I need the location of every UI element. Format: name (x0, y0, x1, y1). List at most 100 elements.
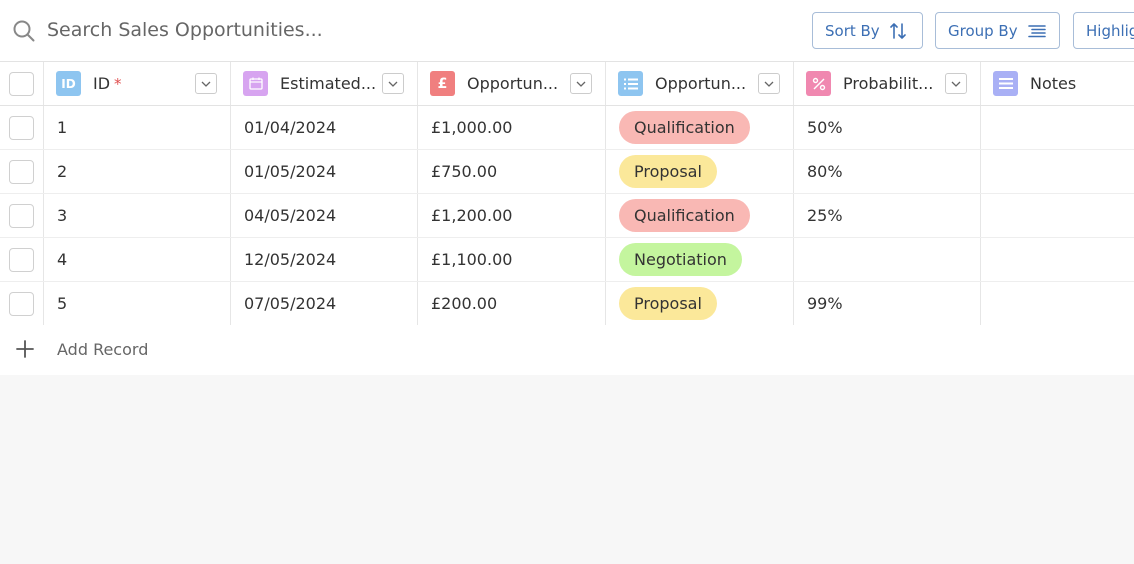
opportunity-stage-cell[interactable]: Qualification (606, 194, 794, 237)
search-icon (13, 20, 35, 42)
calendar-icon (243, 71, 268, 96)
row-select-cell[interactable] (0, 238, 44, 281)
highlight-label: Highlight (1086, 21, 1134, 40)
select-all-checkbox[interactable] (9, 72, 34, 96)
add-record-label: Add Record (57, 340, 149, 359)
column-label: Notes (1030, 74, 1077, 93)
row-checkbox[interactable] (9, 248, 34, 272)
cell-text: 01/04/2024 (244, 118, 337, 137)
highlight-button[interactable]: Highlight (1073, 12, 1134, 49)
stage-pill: Proposal (619, 155, 717, 188)
group-by-label: Group By (948, 21, 1018, 40)
column-menu-button[interactable] (945, 73, 967, 94)
row-checkbox[interactable] (9, 116, 34, 140)
probability-cell[interactable]: 50% (794, 106, 981, 149)
probability-cell[interactable]: 80% (794, 150, 981, 193)
cell-text: 1 (57, 118, 68, 137)
chevron-down-icon (951, 81, 961, 87)
opportunity-stage-cell[interactable]: Qualification (606, 106, 794, 149)
column-menu-button[interactable] (382, 73, 404, 94)
notes-icon (993, 71, 1018, 96)
probability-cell[interactable] (794, 238, 981, 281)
id-icon: ID (56, 71, 81, 96)
cell-text: 99% (807, 294, 843, 313)
opportunity-value-cell[interactable]: £1,200.00 (418, 194, 606, 237)
notes-cell[interactable] (981, 106, 1134, 149)
probability-cell[interactable]: 25% (794, 194, 981, 237)
notes-cell[interactable] (981, 150, 1134, 193)
chevron-down-icon (764, 81, 774, 87)
opportunity-value-cell[interactable]: £200.00 (418, 282, 606, 325)
pound-icon: £ (430, 71, 455, 96)
id-cell[interactable]: 4 (44, 238, 231, 281)
table-row[interactable]: 3 04/05/2024 £1,200.00 Qualification 25% (0, 194, 1134, 238)
estimated-date-cell[interactable]: 01/05/2024 (231, 150, 418, 193)
column-header-probability[interactable]: Probabilit... (794, 62, 981, 105)
id-cell[interactable]: 1 (44, 106, 231, 149)
cell-text: 25% (807, 206, 843, 225)
column-header-estimated[interactable]: Estimated... (231, 62, 418, 105)
column-header-opportunity-stage[interactable]: Opportun... (606, 62, 794, 105)
column-menu-button[interactable] (758, 73, 780, 94)
table-row[interactable]: 1 01/04/2024 £1,000.00 Qualification 50% (0, 106, 1134, 150)
row-checkbox[interactable] (9, 292, 34, 316)
column-header-id[interactable]: ID ID * (44, 62, 231, 105)
table-row[interactable]: 5 07/05/2024 £200.00 Proposal 99% (0, 282, 1134, 326)
toolbar: Search Sales Opportunities... Sort By Gr… (0, 0, 1134, 62)
column-header-opportunity-value[interactable]: £ Opportun... (418, 62, 606, 105)
cell-text: 4 (57, 250, 68, 269)
id-cell[interactable]: 3 (44, 194, 231, 237)
id-cell[interactable]: 2 (44, 150, 231, 193)
probability-cell[interactable]: 99% (794, 282, 981, 325)
estimated-date-cell[interactable]: 07/05/2024 (231, 282, 418, 325)
row-checkbox[interactable] (9, 160, 34, 184)
search-input[interactable]: Search Sales Opportunities... (47, 19, 323, 41)
column-label: Opportun... (467, 74, 559, 93)
percent-icon (806, 71, 831, 96)
row-checkbox[interactable] (9, 204, 34, 228)
notes-cell[interactable] (981, 238, 1134, 281)
cell-text: £1,000.00 (431, 118, 513, 137)
cell-text: 07/05/2024 (244, 294, 337, 313)
estimated-date-cell[interactable]: 04/05/2024 (231, 194, 418, 237)
notes-cell[interactable] (981, 194, 1134, 237)
sort-by-button[interactable]: Sort By (812, 12, 923, 49)
row-select-cell[interactable] (0, 106, 44, 149)
opportunity-value-cell[interactable]: £750.00 (418, 150, 606, 193)
opportunity-stage-cell[interactable]: Proposal (606, 282, 794, 325)
column-menu-button[interactable] (570, 73, 592, 94)
column-header-notes[interactable]: Notes (981, 62, 1134, 105)
data-grid: ID ID * Estimated... £ Opportun... Oppor… (0, 62, 1134, 375)
column-label: Opportun... (655, 74, 747, 93)
cell-text: £200.00 (431, 294, 498, 313)
required-marker: * (114, 74, 122, 93)
table-row[interactable]: 2 01/05/2024 £750.00 Proposal 80% (0, 150, 1134, 194)
add-record-button[interactable]: Add Record (0, 325, 1134, 375)
sort-icon (889, 22, 906, 39)
group-by-button[interactable]: Group By (935, 12, 1060, 49)
notes-cell[interactable] (981, 282, 1134, 325)
row-select-cell[interactable] (0, 282, 44, 325)
id-cell[interactable]: 5 (44, 282, 231, 325)
estimated-date-cell[interactable]: 01/04/2024 (231, 106, 418, 149)
opportunity-value-cell[interactable]: £1,000.00 (418, 106, 606, 149)
row-select-cell[interactable] (0, 194, 44, 237)
opportunity-stage-cell[interactable]: Proposal (606, 150, 794, 193)
column-label: Estimated... (280, 74, 377, 93)
table-row[interactable]: 4 12/05/2024 £1,100.00 Negotiation (0, 238, 1134, 282)
plus-icon (16, 340, 34, 358)
chevron-down-icon (201, 81, 211, 87)
cell-text: 50% (807, 118, 843, 137)
cell-text: 01/05/2024 (244, 162, 337, 181)
cell-text: £750.00 (431, 162, 498, 181)
estimated-date-cell[interactable]: 12/05/2024 (231, 238, 418, 281)
column-menu-button[interactable] (195, 73, 217, 94)
sort-by-label: Sort By (825, 21, 880, 40)
chevron-down-icon (388, 81, 398, 87)
cell-text: £1,200.00 (431, 206, 513, 225)
opportunity-value-cell[interactable]: £1,100.00 (418, 238, 606, 281)
chevron-down-icon (576, 81, 586, 87)
header-select-cell (0, 62, 44, 105)
row-select-cell[interactable] (0, 150, 44, 193)
opportunity-stage-cell[interactable]: Negotiation (606, 238, 794, 281)
